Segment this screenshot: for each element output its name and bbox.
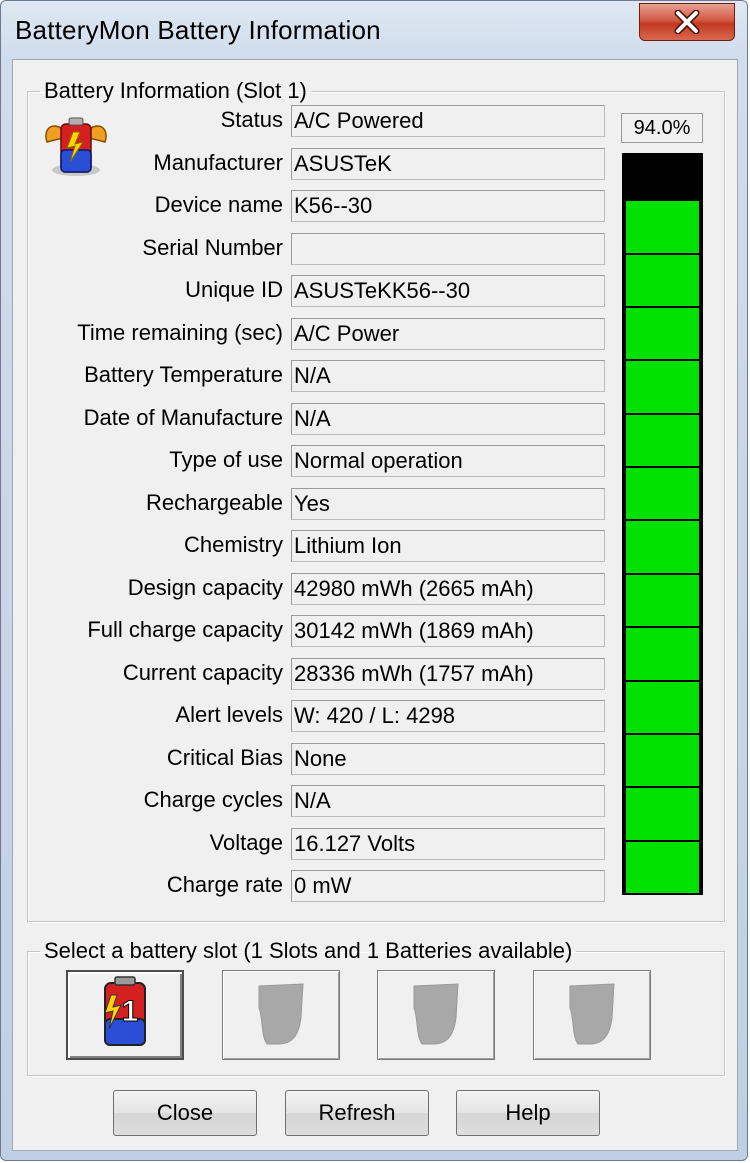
field-label: Unique ID — [185, 277, 283, 302]
field-value: A/C Powered — [291, 105, 605, 137]
charge-meter-segment — [626, 306, 699, 360]
field-label: Manufacturer — [153, 150, 283, 175]
field-value: N/A — [291, 360, 605, 392]
field-value: ASUSTeK — [291, 148, 605, 180]
field-value: 42980 mWh (2665 mAh) — [291, 573, 605, 605]
title-bar[interactable]: BatteryMon Battery Information — [1, 1, 747, 59]
field-label: Design capacity — [127, 575, 283, 600]
field-label: Time remaining (sec) — [77, 320, 283, 345]
field-value: N/A — [291, 785, 605, 817]
field-label: Device name — [154, 192, 283, 217]
field-label: Date of Manufacture — [83, 405, 283, 430]
field-label: Rechargeable — [146, 490, 283, 515]
battery-slot-4[interactable] — [533, 970, 651, 1060]
battery-slot-icon: 1 — [97, 975, 153, 1056]
empty-slot-icon — [564, 978, 620, 1053]
charge-meter-segment — [626, 572, 699, 627]
charge-meter-segment — [626, 252, 699, 306]
slot-select-legend: Select a battery slot (1 Slots and 1 Bat… — [44, 938, 573, 963]
field-value: 16.127 Volts — [291, 828, 605, 860]
field-label: Status — [220, 107, 283, 132]
field-value: Normal operation — [291, 445, 605, 477]
charge-meter-segment — [626, 199, 699, 253]
field-label: Voltage — [209, 830, 283, 855]
refresh-button[interactable]: Refresh — [285, 1090, 429, 1136]
field-label: Type of use — [169, 447, 283, 472]
field-value: ASUSTeKK56--30 — [291, 275, 605, 307]
close-button[interactable]: Close — [113, 1090, 257, 1136]
charge-meter-segment — [626, 466, 699, 520]
window-title: BatteryMon Battery Information — [15, 15, 381, 45]
field-label: Full charge capacity — [87, 617, 283, 642]
client-area: Battery Information (Slot 1) Status A/C P… — [12, 59, 738, 1151]
help-button[interactable]: Help — [456, 1090, 600, 1136]
field-label: Current capacity — [122, 660, 283, 685]
field-value: 30142 mWh (1869 mAh) — [291, 615, 605, 647]
field-label: Serial Number — [142, 235, 283, 260]
charge-meter-segment — [626, 839, 699, 893]
field-value: N/A — [291, 403, 605, 435]
charge-meter-segment — [626, 732, 699, 787]
field-value — [291, 233, 605, 265]
battery-info-legend: Battery Information (Slot 1) — [44, 78, 307, 103]
field-value: None — [291, 743, 605, 775]
field-value: Lithium Ion — [291, 530, 605, 562]
close-icon — [640, 4, 734, 40]
field-value: 28336 mWh (1757 mAh) — [291, 658, 605, 690]
field-label: Charge cycles — [143, 787, 283, 812]
charge-meter-segment — [626, 626, 699, 680]
batterymon-window: BatteryMon Battery Information Battery I… — [0, 0, 748, 1161]
charge-meter — [622, 153, 703, 895]
field-value: A/C Power — [291, 318, 605, 350]
field-value: K56--30 — [291, 190, 605, 222]
charge-meter-segment — [626, 786, 699, 840]
battery-slot-3[interactable] — [377, 970, 495, 1060]
field-label: Alert levels — [175, 702, 283, 727]
battery-slot-2[interactable] — [222, 970, 340, 1060]
slot-number: 1 — [122, 995, 139, 1028]
charge-meter-segment — [626, 412, 699, 467]
field-label: Charge rate — [166, 872, 283, 897]
charge-percent: 94.0% — [621, 113, 703, 143]
battery-slot-1[interactable]: 1 — [66, 970, 184, 1060]
field-label: Critical Bias — [166, 745, 283, 770]
field-value: 0 mW — [291, 870, 605, 902]
field-label: Battery Temperature — [84, 362, 283, 387]
field-value: W: 420 / L: 4298 — [291, 700, 605, 732]
charge-meter-segment — [626, 519, 699, 573]
field-value: Yes — [291, 488, 605, 520]
empty-slot-icon — [253, 978, 309, 1053]
charge-meter-segment — [626, 679, 699, 733]
window-close-button[interactable] — [639, 3, 735, 41]
field-label: Chemistry — [183, 532, 283, 557]
empty-slot-icon — [408, 978, 464, 1053]
charge-meter-segment — [626, 359, 699, 413]
